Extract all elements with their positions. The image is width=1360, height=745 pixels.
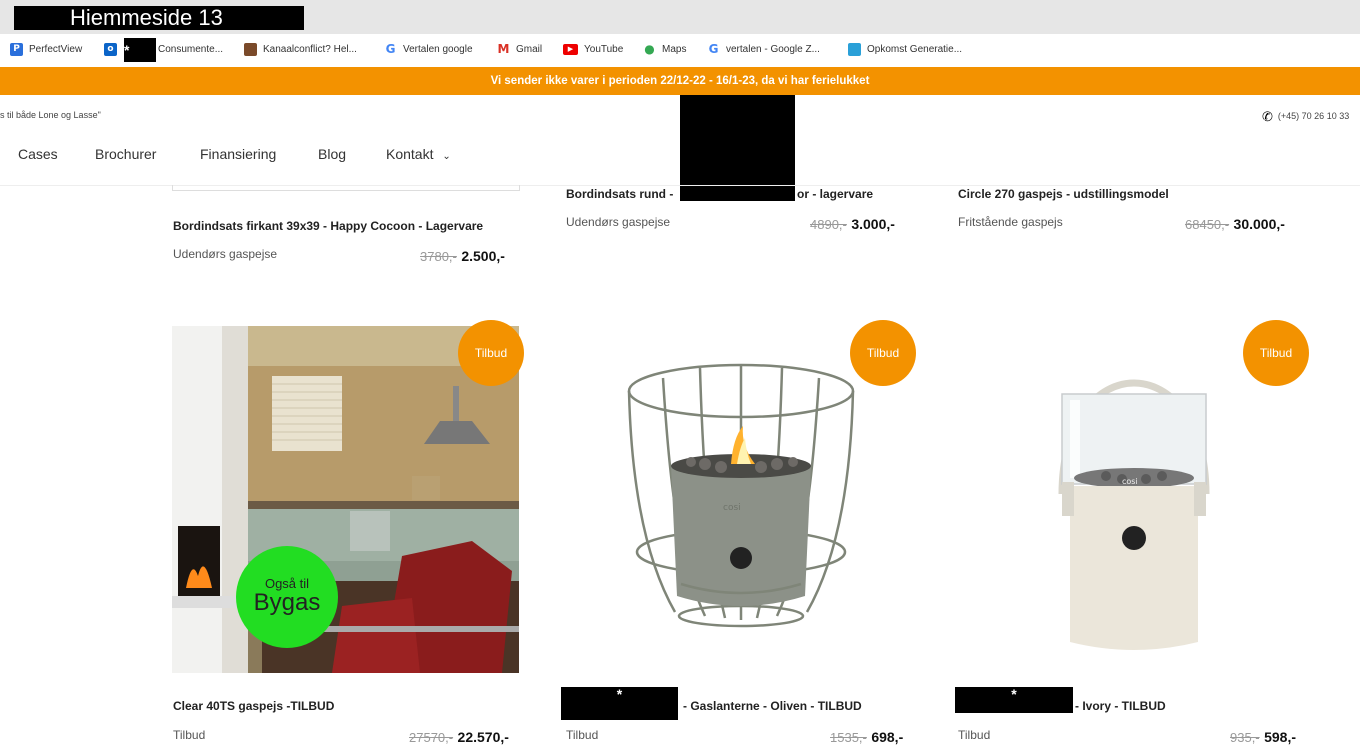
bookmark-maps[interactable]: ● Maps [643,42,686,56]
bygas-sticker: Også til Bygas [236,546,338,648]
bookmark-vertalen-google-z[interactable]: G vertalen - Google Z... [707,42,820,56]
product-category[interactable]: Tilbud [173,728,205,742]
product-image[interactable] [172,326,519,673]
redacted-brand: * [561,687,678,720]
header-phone[interactable]: ✆ (+45) 70 26 10 33 [1262,109,1349,125]
perfectview-icon: P [10,42,23,56]
offer-badge: Tilbud [458,320,524,386]
product-price: 1535,- 698,- [830,729,904,745]
nav-item-cases[interactable]: Cases [18,146,58,162]
lantern-logo: cosi [723,503,741,513]
bookmark-outlook[interactable]: o [104,42,123,56]
nav-item-kontakt[interactable]: Kontakt ⌄ [386,146,451,162]
bookmark-gmail[interactable]: M Gmail [497,41,543,56]
offer-badge: Tilbud [1243,320,1309,386]
product-title[interactable]: Circle 270 gaspejs - udstillingsmodel [958,187,1169,201]
shipping-notice-banner: Vi sender ikke varer i perioden 22/12-22… [0,67,1360,95]
gas-lantern-olive-photo: cosi [565,326,912,673]
google-icon: G [385,41,396,56]
bookmark-image-icon [244,42,257,56]
product-category[interactable]: Tilbud [958,728,990,742]
chevron-down-icon: ⌄ [442,151,451,162]
lantern-logo: cosi [1122,477,1138,486]
product-price: 935,- 598,- [1230,729,1297,745]
tab-title: Hiemmeside 13 [70,6,223,30]
nav-item-blog[interactable]: Blog [318,146,346,162]
product-image[interactable]: cosi [565,326,912,673]
page-icon [848,42,861,56]
product-category[interactable]: Udendørs gaspejse [566,215,670,229]
offer-badge: Tilbud [850,320,916,386]
product-price: 4890,- 3.000,- [810,216,895,232]
nav-item-brochurer[interactable]: Brochurer [95,146,156,162]
bookmark-youtube[interactable]: ▶ YouTube [563,42,623,56]
youtube-icon: ▶ [563,43,578,55]
product-category[interactable]: Tilbud [566,728,598,742]
kitchen-fireplace-photo [172,326,519,673]
product-price: 3780,- 2.500,- [420,248,505,264]
bookmark-redacted[interactable]: * [124,38,156,62]
product-price: 68450,- 30.000,- [1185,216,1285,232]
product-title[interactable]: - Ivory - TILBUD [1075,699,1166,713]
product-title-start[interactable]: Bordindsats rund - [566,187,673,201]
product-title[interactable]: Clear 40TS gaspejs -TILBUD [173,699,334,713]
bookmark-opkomst[interactable]: Opkomst Generatie... [848,42,962,56]
outlook-icon: o [104,42,117,56]
redacted-brand: * [955,687,1073,713]
bookmark-vertalen-google[interactable]: G Vertalen google [384,42,473,56]
bookmark-consumente[interactable]: Consumente... [158,42,223,56]
product-title[interactable]: - Gaslanterne - Oliven - TILBUD [683,699,862,713]
product-title[interactable]: Bordindsats firkant 39x39 - Happy Cocoon… [173,219,483,233]
bookmarks-bar: P PerfectView o * Consumente... Kanaalco… [0,34,1360,66]
phone-icon: ✆ [1262,109,1273,124]
maps-icon: ● [644,41,655,56]
gmail-icon: M [497,41,510,56]
bookmark-kanaalconflict[interactable]: Kanaalconflict? Hel... [244,42,357,56]
browser-tab[interactable]: Hiemmeside 13 [14,6,304,30]
bookmark-perfectview[interactable]: P PerfectView [10,42,82,56]
google-icon: G [708,41,719,56]
header-tagline: s til både Lone og Lasse" [0,110,101,120]
product-image[interactable]: cosi [958,326,1305,673]
gas-lantern-ivory-photo: cosi [958,326,1305,673]
product-price: 27570,- 22.570,- [409,729,509,745]
product-category[interactable]: Udendørs gaspejse [173,247,277,261]
nav-item-finansiering[interactable]: Finansiering [200,146,276,162]
product-image-edge [172,185,520,191]
product-category[interactable]: Fritstående gaspejs [958,215,1063,229]
product-title-end[interactable]: or - lagervare [797,187,873,201]
